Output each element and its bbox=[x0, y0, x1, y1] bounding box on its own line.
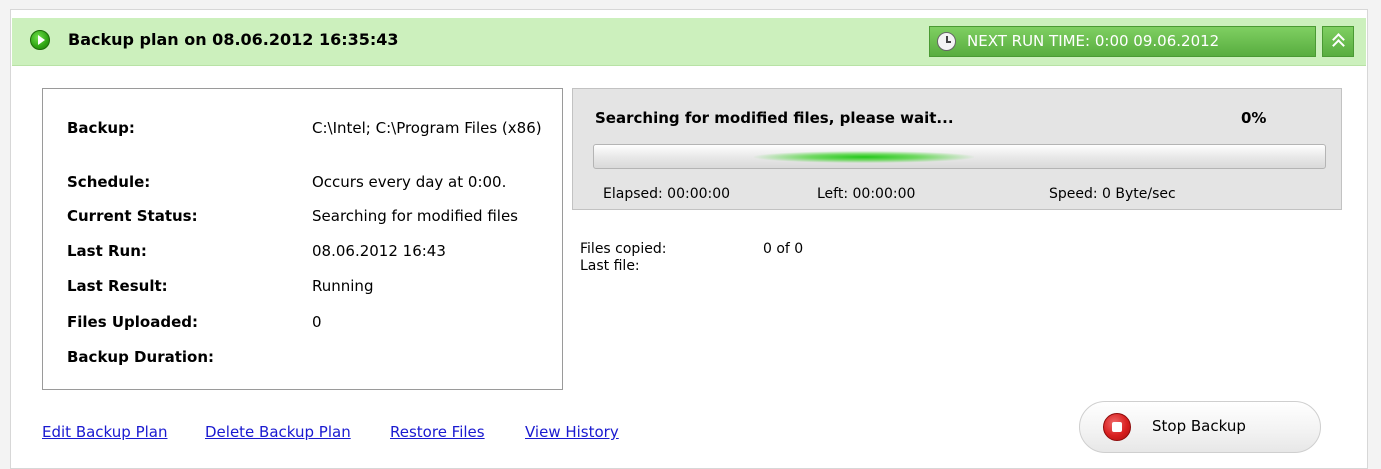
files-copied-value: 0 of 0 bbox=[763, 241, 804, 257]
progress-bar-activity-glow bbox=[754, 151, 974, 163]
info-row-backup: Backup: C:\Intel; C:\Program Files (x86) bbox=[43, 119, 562, 143]
info-label: Backup Duration: bbox=[67, 348, 215, 366]
info-row-last-result: Last Result: Running bbox=[43, 277, 562, 301]
info-label: Last Result: bbox=[67, 277, 168, 295]
info-row-last-run: Last Run: 08.06.2012 16:43 bbox=[43, 242, 562, 266]
delete-backup-plan-link[interactable]: Delete Backup Plan bbox=[205, 423, 351, 441]
info-label: Files Uploaded: bbox=[67, 313, 198, 331]
info-value: Searching for modified files bbox=[312, 207, 518, 225]
info-label: Last Run: bbox=[67, 242, 147, 260]
progress-status: Searching for modified files, please wai… bbox=[595, 109, 954, 127]
plan-info-box: Backup: C:\Intel; C:\Program Files (x86)… bbox=[42, 88, 563, 390]
last-file-label: Last file: bbox=[580, 258, 640, 274]
edit-backup-plan-link[interactable]: Edit Backup Plan bbox=[42, 423, 167, 441]
info-value: C:\Intel; C:\Program Files (x86) bbox=[312, 119, 542, 137]
time-left: Left: 00:00:00 bbox=[817, 186, 916, 202]
info-row-backup-duration: Backup Duration: bbox=[43, 348, 562, 372]
next-run-text: NEXT RUN TIME: 0:00 09.06.2012 bbox=[967, 32, 1220, 50]
stop-icon bbox=[1103, 413, 1131, 441]
plan-title: Backup plan on 08.06.2012 16:35:43 bbox=[68, 30, 399, 49]
progress-percent: 0% bbox=[1241, 109, 1267, 127]
next-run-badge: NEXT RUN TIME: 0:00 09.06.2012 bbox=[929, 26, 1316, 57]
info-label: Backup: bbox=[67, 119, 135, 137]
info-value: Running bbox=[312, 277, 374, 295]
stop-backup-label: Stop Backup bbox=[1152, 417, 1246, 435]
collapse-button[interactable] bbox=[1322, 26, 1354, 57]
play-icon bbox=[30, 30, 50, 50]
progress-bar bbox=[593, 144, 1326, 169]
info-label: Current Status: bbox=[67, 207, 198, 225]
elapsed-time: Elapsed: 00:00:00 bbox=[603, 186, 731, 202]
info-row-files-uploaded: Files Uploaded: 0 bbox=[43, 313, 562, 337]
info-value: 0 bbox=[312, 313, 322, 331]
view-history-link[interactable]: View History bbox=[525, 423, 619, 441]
info-row-schedule: Schedule: Occurs every day at 0:00. bbox=[43, 173, 562, 197]
info-value: Occurs every day at 0:00. bbox=[312, 173, 507, 191]
info-label: Schedule: bbox=[67, 173, 151, 191]
restore-files-link[interactable]: Restore Files bbox=[390, 423, 485, 441]
info-row-current-status: Current Status: Searching for modified f… bbox=[43, 207, 562, 231]
clock-icon bbox=[937, 32, 956, 51]
transfer-speed: Speed: 0 Byte/sec bbox=[1049, 186, 1176, 202]
stop-backup-button[interactable]: Stop Backup bbox=[1079, 401, 1321, 453]
info-value: 08.06.2012 16:43 bbox=[312, 242, 446, 260]
progress-panel: Searching for modified files, please wai… bbox=[572, 88, 1342, 210]
files-copied-label: Files copied: bbox=[580, 241, 667, 257]
